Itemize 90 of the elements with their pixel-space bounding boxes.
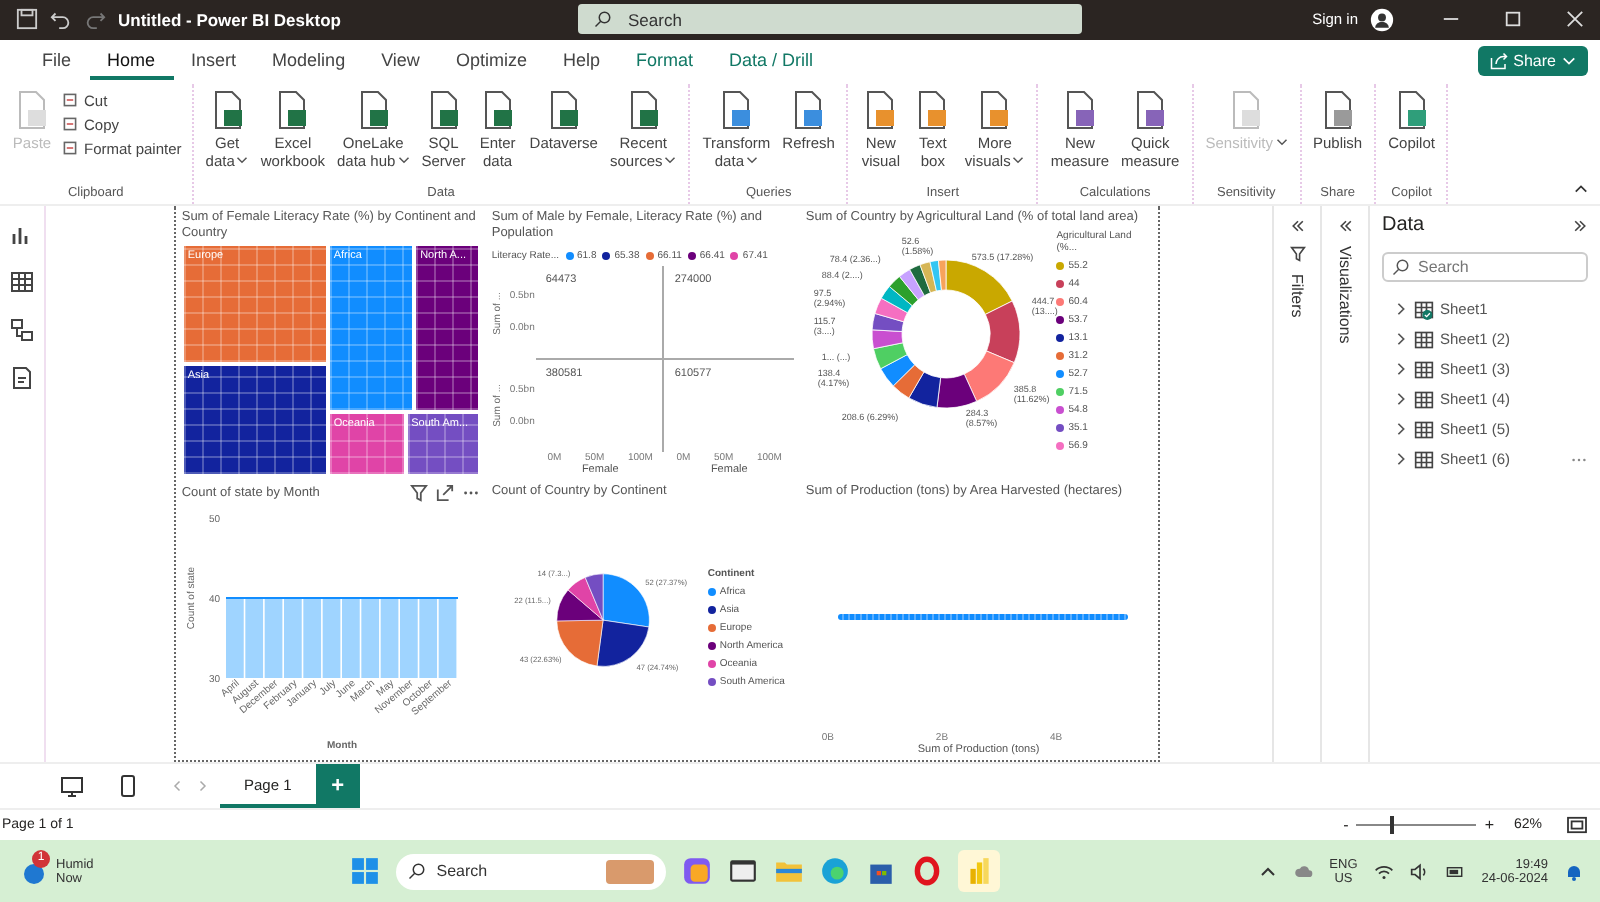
- donut-slice[interactable]: [909, 264, 931, 297]
- pane-title: Data: [1381, 214, 1425, 237]
- caret-icon: [236, 153, 249, 166]
- table-icon: [1413, 419, 1434, 440]
- search-icon: [1391, 258, 1410, 277]
- menu-tab[interactable]: Data / Drill: [710, 43, 831, 80]
- window-title: Untitled - Power BI Desktop: [118, 9, 343, 30]
- query-view-icon[interactable]: [9, 366, 34, 391]
- table-icon: [1413, 449, 1434, 470]
- filter-icon[interactable]: [409, 484, 428, 503]
- menu-tab[interactable]: Home: [89, 43, 174, 80]
- slider-thumb[interactable]: [1390, 816, 1395, 835]
- search-input[interactable]: Search: [624, 7, 932, 32]
- undo-icon[interactable]: [50, 8, 72, 31]
- redo-icon[interactable]: [84, 8, 106, 31]
- donut-slice[interactable]: [919, 261, 937, 294]
- menu-tab[interactable]: Optimize: [437, 43, 545, 80]
- search-field[interactable]: Search: [1381, 252, 1588, 283]
- add-page-button[interactable]: +: [315, 764, 360, 809]
- focus-mode-icon[interactable]: [435, 484, 454, 503]
- share-icon: [1489, 52, 1508, 71]
- donut-slice[interactable]: [888, 276, 919, 307]
- avatar-icon[interactable]: [1370, 7, 1394, 32]
- menu-tab[interactable]: File: [24, 43, 90, 80]
- collapse-icon[interactable]: [1571, 217, 1588, 234]
- caret-icon: [397, 153, 410, 166]
- scatter-points[interactable]: [837, 613, 1128, 620]
- donut-slice[interactable]: [936, 373, 977, 409]
- donut-slice[interactable]: [898, 269, 925, 301]
- caret-icon: [1275, 135, 1287, 148]
- fit-to-page-icon[interactable]: [1566, 816, 1588, 835]
- table-icon: [1413, 329, 1434, 350]
- bell-icon[interactable]: [1564, 861, 1585, 882]
- menu-tab[interactable]: Insert: [173, 43, 255, 80]
- visualizations-pane-tab[interactable]: Visualizations: [1336, 246, 1355, 345]
- expand-icon[interactable]: [1337, 218, 1354, 235]
- pie-slice[interactable]: [584, 572, 604, 620]
- table-icon: [1413, 389, 1434, 410]
- gradient-logo-icon[interactable]: [682, 856, 713, 887]
- filter-icon: [1289, 246, 1306, 263]
- more-options-icon[interactable]: [1569, 455, 1588, 464]
- donut-slice[interactable]: [892, 364, 925, 399]
- wifi-icon[interactable]: [1373, 861, 1394, 882]
- taskbar-search-field[interactable]: Search: [396, 853, 667, 890]
- pie-slice[interactable]: [567, 576, 604, 620]
- phone-layout-icon[interactable]: [116, 774, 140, 799]
- expand-icon[interactable]: [1289, 218, 1306, 235]
- table-icon: [1413, 359, 1434, 380]
- zoom-out-button[interactable]: -: [1343, 816, 1349, 835]
- start-icon[interactable]: [350, 856, 381, 887]
- zoom-in-button[interactable]: +: [1484, 816, 1494, 835]
- desktop-layout-icon[interactable]: [60, 774, 84, 799]
- search-icon: [408, 862, 427, 881]
- folder-icon[interactable]: [774, 856, 805, 887]
- donut-slice[interactable]: [908, 371, 941, 408]
- search-field[interactable]: Search: [578, 4, 1082, 35]
- ring-icon[interactable]: [912, 856, 943, 887]
- menu-tab[interactable]: Help: [544, 43, 618, 80]
- save-icon[interactable]: [16, 8, 38, 31]
- tool-icon: [62, 92, 78, 109]
- terminal-icon[interactable]: [728, 856, 759, 887]
- collapse-icon[interactable]: [1574, 182, 1588, 197]
- caret-icon: [1562, 54, 1576, 69]
- close-icon[interactable]: [1566, 10, 1584, 29]
- maximize-icon[interactable]: [1504, 10, 1522, 29]
- donut-slice[interactable]: [963, 350, 1015, 402]
- battery-icon[interactable]: [1445, 861, 1466, 882]
- filters-pane-tab[interactable]: Filters: [1288, 274, 1307, 319]
- donut-slice[interactable]: [874, 297, 908, 323]
- table-view-icon[interactable]: [9, 270, 34, 295]
- pie-slice[interactable]: [602, 572, 650, 627]
- donut-slice[interactable]: [871, 329, 903, 350]
- search-icon: [594, 10, 612, 29]
- menu-tab[interactable]: Format: [617, 43, 711, 80]
- donut-slice[interactable]: [871, 313, 904, 333]
- model-view-icon[interactable]: [9, 318, 34, 343]
- tool-icon: [62, 116, 78, 133]
- share-button[interactable]: Share: [1477, 46, 1588, 77]
- cloud-icon[interactable]: [1293, 861, 1314, 882]
- caret-icon: [1012, 153, 1025, 166]
- tool-icon: [62, 140, 78, 157]
- menu-tab[interactable]: Modeling: [254, 43, 364, 80]
- pie-slice[interactable]: [596, 619, 649, 667]
- speaker-icon[interactable]: [1409, 861, 1430, 882]
- menu-tab[interactable]: View: [363, 43, 438, 80]
- landmark-picture: [606, 859, 655, 884]
- pie-slice[interactable]: [556, 588, 604, 621]
- caret-icon: [664, 153, 677, 166]
- caret-icon: [746, 153, 758, 166]
- table-icon: [1413, 299, 1434, 320]
